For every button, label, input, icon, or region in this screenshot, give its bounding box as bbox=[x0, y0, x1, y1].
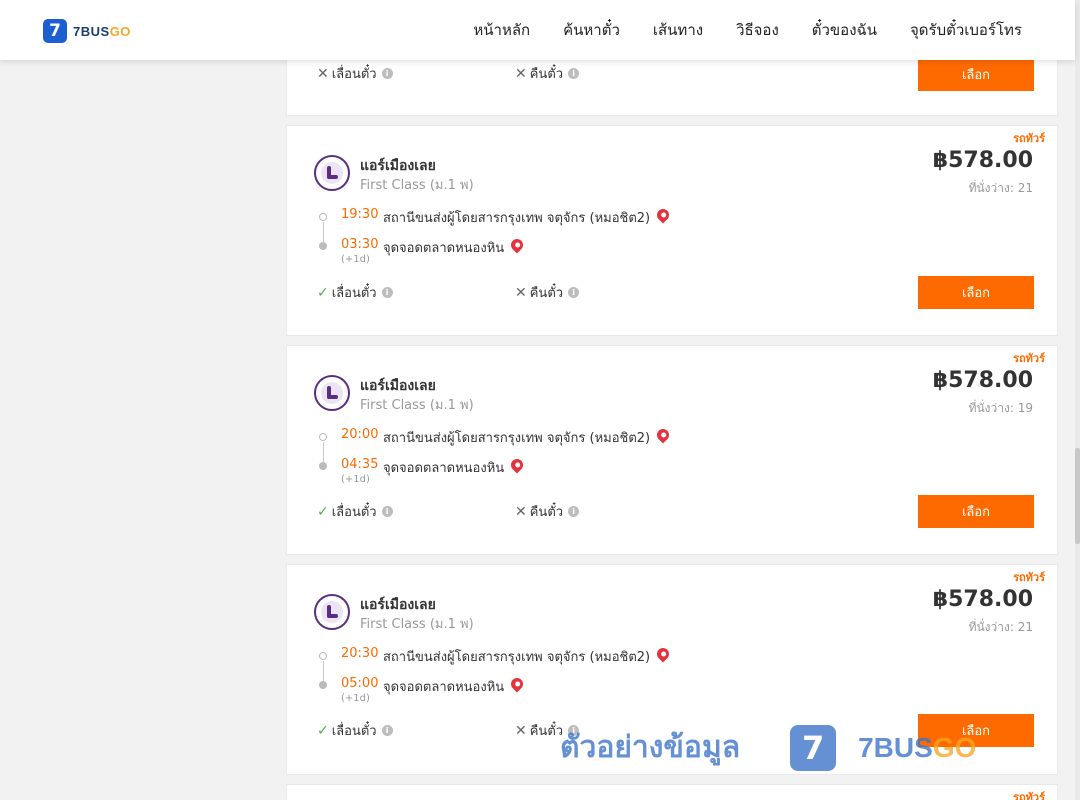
change-ticket-label: เลื่อนตั๋ว bbox=[331, 286, 377, 301]
info-icon[interactable]: i bbox=[568, 287, 580, 298]
ticket-price: ฿578.00 bbox=[932, 368, 1033, 393]
bus-class: First Class (ม.1 พ) bbox=[360, 178, 474, 193]
bus-type-tag: รถทัวร์ bbox=[1013, 352, 1045, 365]
departure-time: 20:30 bbox=[341, 646, 379, 661]
map-pin-icon[interactable] bbox=[654, 645, 672, 663]
departure-time: 19:30 bbox=[341, 207, 379, 222]
bus-type-tag: รถทัวร์ bbox=[1013, 132, 1045, 145]
bus-type-tag: รถทัวร์ bbox=[1013, 571, 1045, 584]
route-line bbox=[322, 442, 324, 464]
sample-data-watermark: ตัวอย่างข้อมูล 7 7BUSGO bbox=[560, 724, 976, 771]
refund-ticket-policy: ✕ คืนตั๋ว i bbox=[515, 282, 580, 303]
arrival-place[interactable]: จุดจอดตลาดหนองหิน bbox=[383, 456, 526, 478]
logo-text: 7BUSGO bbox=[73, 23, 131, 39]
cross-icon: ✕ bbox=[515, 65, 527, 82]
refund-ticket-label: คืนตั๋ว bbox=[529, 286, 564, 301]
map-pin-icon[interactable] bbox=[508, 456, 526, 474]
seats-available: ที่นั่งว่าง: 21 bbox=[968, 181, 1033, 195]
change-ticket-label: เลื่อนตั๋ว bbox=[331, 505, 377, 520]
logo-badge: 7 bbox=[43, 19, 67, 43]
cross-icon: ✕ bbox=[515, 284, 527, 301]
refund-ticket-policy: ✕ คืนตั๋ว i bbox=[515, 501, 580, 522]
arrival-dot bbox=[319, 462, 327, 470]
departure-place[interactable]: สถานีขนส่งผู้โดยสารกรุงเทพ จตุจักร (หมอช… bbox=[383, 206, 672, 228]
check-icon: ✓ bbox=[317, 503, 329, 520]
route-line bbox=[322, 222, 324, 244]
info-icon[interactable]: i bbox=[381, 68, 393, 79]
cross-icon: ✕ bbox=[317, 65, 329, 82]
info-icon[interactable]: i bbox=[568, 68, 580, 79]
change-ticket-policy: ✕ เลื่อนตั๋ว i bbox=[317, 63, 393, 84]
nav-search-ticket[interactable]: ค้นหาตั๋ว bbox=[563, 18, 620, 42]
refund-ticket-label: คืนตั๋ว bbox=[529, 67, 564, 82]
check-icon: ✓ bbox=[317, 284, 329, 301]
bus-type-tag: รถทัวร์ bbox=[1013, 791, 1045, 800]
arrival-time: 05:00 bbox=[341, 676, 379, 691]
select-button[interactable]: เลือก bbox=[918, 276, 1034, 309]
change-ticket-label: เลื่อนตั๋ว bbox=[331, 724, 377, 739]
change-ticket-policy: ✓ เลื่อนตั๋ว i bbox=[317, 720, 393, 741]
ticket-price: ฿578.00 bbox=[932, 587, 1033, 612]
map-pin-icon[interactable] bbox=[654, 426, 672, 444]
map-pin-icon[interactable] bbox=[654, 206, 672, 224]
next-day-indicator: (+1d) bbox=[341, 693, 370, 704]
nav-how-to-book[interactable]: วิธีจอง bbox=[736, 18, 779, 42]
main-nav: หน้าหลัก ค้นหาตั๋ว เส้นทาง วิธีจอง ตั๋วข… bbox=[440, 0, 1022, 60]
nav-home[interactable]: หน้าหลัก bbox=[473, 18, 530, 42]
nav-pickup-points[interactable]: จุดรับตั๋วเบอร์โทร bbox=[910, 18, 1022, 42]
arrival-time: 04:35 bbox=[341, 457, 379, 472]
next-day-indicator: (+1d) bbox=[341, 474, 370, 485]
watermark-logo-icon: 7 bbox=[790, 724, 837, 771]
site-logo[interactable]: 7 7BUSGO bbox=[43, 19, 131, 43]
route-line bbox=[322, 661, 324, 683]
operator-logo-icon bbox=[314, 155, 350, 191]
departure-dot bbox=[319, 213, 327, 221]
arrival-place[interactable]: จุดจอดตลาดหนองหิน bbox=[383, 675, 526, 697]
change-ticket-policy: ✓ เลื่อนตั๋ว i bbox=[317, 282, 393, 303]
trip-card: รถทัวร์ แอร์เมืองเลย First Class (ม.1 พ)… bbox=[286, 125, 1058, 336]
change-ticket-label: เลื่อนตั๋ว bbox=[331, 67, 377, 82]
watermark-text: ตัวอย่างข้อมูล bbox=[560, 730, 741, 765]
refund-ticket-policy: ✕ คืนตั๋ว i bbox=[515, 63, 580, 84]
info-icon[interactable]: i bbox=[381, 725, 393, 736]
check-icon: ✓ bbox=[317, 722, 329, 739]
departure-place[interactable]: สถานีขนส่งผู้โดยสารกรุงเทพ จตุจักร (หมอช… bbox=[383, 426, 672, 448]
trip-card-partial: รถทัวร์ bbox=[286, 784, 1058, 800]
operator-logo-icon bbox=[314, 375, 350, 411]
arrival-place[interactable]: จุดจอดตลาดหนองหิน bbox=[383, 236, 526, 258]
scrollbar-thumb[interactable] bbox=[1075, 448, 1080, 544]
info-icon[interactable]: i bbox=[381, 506, 393, 517]
seats-available: ที่นั่งว่าง: 21 bbox=[968, 620, 1033, 634]
change-ticket-policy: ✓ เลื่อนตั๋ว i bbox=[317, 501, 393, 522]
arrival-dot bbox=[319, 242, 327, 250]
select-button[interactable]: เลือก bbox=[918, 495, 1034, 528]
bus-class: First Class (ม.1 พ) bbox=[360, 398, 474, 413]
cross-icon: ✕ bbox=[515, 503, 527, 520]
departure-place[interactable]: สถานีขนส่งผู้โดยสารกรุงเทพ จตุจักร (หมอช… bbox=[383, 645, 672, 667]
departure-time: 20:00 bbox=[341, 427, 379, 442]
cross-icon: ✕ bbox=[515, 722, 527, 739]
select-button[interactable]: เลือก bbox=[918, 58, 1034, 91]
next-day-indicator: (+1d) bbox=[341, 254, 370, 265]
info-icon[interactable]: i bbox=[381, 287, 393, 298]
info-icon[interactable]: i bbox=[568, 506, 580, 517]
refund-ticket-label: คืนตั๋ว bbox=[529, 724, 564, 739]
map-pin-icon[interactable] bbox=[508, 675, 526, 693]
refund-ticket-label: คืนตั๋ว bbox=[529, 505, 564, 520]
departure-dot bbox=[319, 652, 327, 660]
arrival-time: 03:30 bbox=[341, 237, 379, 252]
departure-dot bbox=[319, 433, 327, 441]
ticket-price: ฿578.00 bbox=[932, 148, 1033, 173]
nav-my-tickets[interactable]: ตั๋วของฉัน bbox=[812, 18, 877, 42]
map-pin-icon[interactable] bbox=[508, 236, 526, 254]
bus-class: First Class (ม.1 พ) bbox=[360, 617, 474, 632]
page-scrollbar[interactable] bbox=[1075, 0, 1080, 800]
arrival-dot bbox=[319, 681, 327, 689]
site-header: 7 7BUSGO หน้าหลัก ค้นหาตั๋ว เส้นทาง วิธี… bbox=[0, 0, 1075, 60]
nav-routes[interactable]: เส้นทาง bbox=[653, 18, 703, 42]
seats-available: ที่นั่งว่าง: 19 bbox=[968, 401, 1033, 415]
operator-logo-icon bbox=[314, 594, 350, 630]
trip-card: รถทัวร์ แอร์เมืองเลย First Class (ม.1 พ)… bbox=[286, 345, 1058, 555]
watermark-brand: 7BUSGO bbox=[858, 731, 977, 763]
